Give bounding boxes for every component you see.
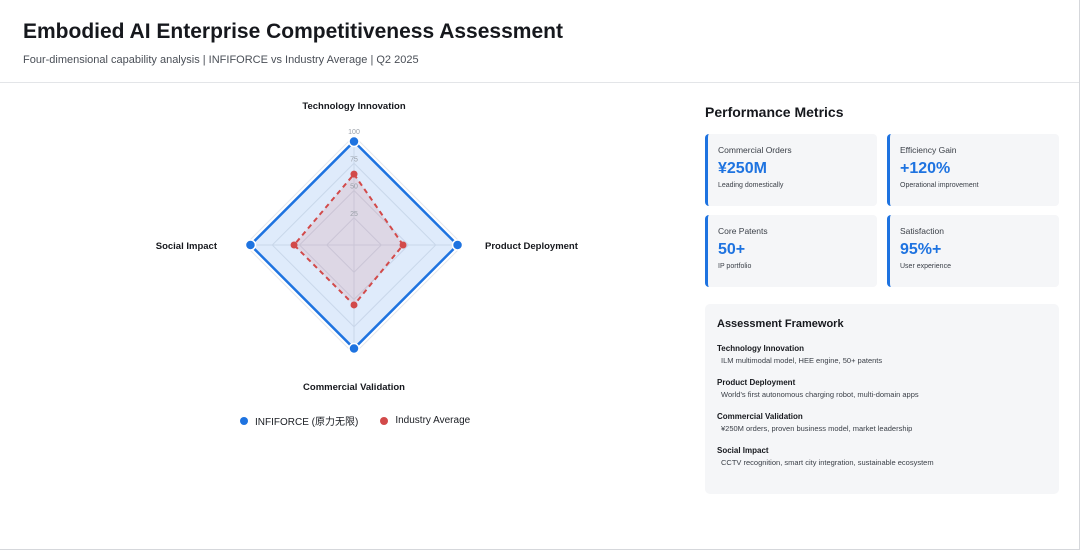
tick-label: 25 xyxy=(350,211,358,218)
framework-item-desc: ILM multimodal model, HEE engine, 50+ pa… xyxy=(721,356,883,365)
framework-item: Social Impact CCTV recognition, smart ci… xyxy=(717,446,1047,467)
tick-label: 50 xyxy=(350,184,358,191)
right-panel: Performance Metrics Commercial Orders ¥2… xyxy=(705,100,1059,494)
legend-label-infiforce: INFIFORCE (原力无限) xyxy=(255,417,359,428)
metric-value: ¥250M xyxy=(718,160,767,177)
metric-card-orders: Commercial Orders ¥250M Leading domestic… xyxy=(705,134,877,206)
data-point-infiforce[interactable] xyxy=(244,239,257,251)
metric-value: 95%+ xyxy=(900,241,942,258)
radar-chart: 25 50 75 100 Technology Innovation Product De… xyxy=(140,90,600,440)
metric-card-patents: Core Patents 50+ IP portfolio xyxy=(705,215,877,287)
framework-item-desc: ¥250M orders, proven business model, mar… xyxy=(721,424,913,433)
metric-label: Core Patents xyxy=(718,226,768,236)
data-point-infiforce[interactable] xyxy=(348,342,360,355)
data-point-infiforce[interactable] xyxy=(451,239,464,251)
framework-title: Assessment Framework xyxy=(717,318,844,330)
metric-label: Commercial Orders xyxy=(718,145,792,155)
framework-item: Technology Innovation ILM multimodal mod… xyxy=(717,344,1047,365)
data-point-industry[interactable] xyxy=(399,241,407,249)
metric-sub: IP portfolio xyxy=(718,263,752,270)
assessment-framework: Assessment Framework Technology Innovati… xyxy=(705,304,1059,494)
metric-card-efficiency: Efficiency Gain +120% Operational improv… xyxy=(887,134,1059,206)
metric-sub: User experience xyxy=(900,263,951,270)
framework-item-desc: CCTV recognition, smart city integration… xyxy=(721,458,934,467)
metric-value: 50+ xyxy=(718,241,746,258)
data-point-industry[interactable] xyxy=(350,301,358,309)
framework-item-name: Technology Innovation xyxy=(717,344,804,353)
legend-dot-industry xyxy=(380,416,389,425)
tick-label: 75 xyxy=(350,156,358,163)
radar-chart-svg: 25 50 75 100 Technology Innovation Product De… xyxy=(156,101,579,393)
framework-item: Product Deployment World's first autonom… xyxy=(717,378,1047,399)
metrics-title: Performance Metrics xyxy=(705,104,844,120)
tick-label: 100 xyxy=(348,129,360,136)
legend-item-industry[interactable]: Industry Average xyxy=(380,413,470,428)
data-point-industry[interactable] xyxy=(350,170,358,178)
header: Embodied AI Enterprise Competitiveness A… xyxy=(0,0,1079,83)
data-point-infiforce[interactable] xyxy=(348,135,360,148)
framework-item-name: Commercial Validation xyxy=(717,412,803,421)
metric-label: Satisfaction xyxy=(900,226,944,236)
metric-value: +120% xyxy=(900,160,951,177)
axis-label: Social Impact xyxy=(156,241,218,252)
metrics-grid: Commercial Orders ¥250M Leading domestic… xyxy=(705,134,1059,287)
metric-label: Efficiency Gain xyxy=(900,145,957,155)
framework-item-desc: World's first autonomous charging robot,… xyxy=(721,390,919,399)
metric-card-satisfaction: Satisfaction 95%+ User experience xyxy=(887,215,1059,287)
legend-dot-infiforce xyxy=(240,416,248,425)
data-point-industry[interactable] xyxy=(290,241,298,249)
page-subtitle: Four-dimensional capability analysis | I… xyxy=(23,54,419,66)
framework-item-name: Social Impact xyxy=(717,446,769,455)
axis-label: Technology Innovation xyxy=(302,101,405,112)
framework-item: Commercial Validation ¥250M orders, prov… xyxy=(717,412,1047,433)
metric-sub: Leading domestically xyxy=(718,182,784,189)
chart-legend: INFIFORCE (原力无限) Industry Average xyxy=(240,413,470,428)
page-title: Embodied AI Enterprise Competitiveness A… xyxy=(23,20,563,43)
legend-item-infiforce[interactable]: INFIFORCE (原力无限) xyxy=(240,413,358,428)
metric-sub: Operational improvement xyxy=(900,182,979,189)
axis-label: Product Deployment xyxy=(485,241,579,252)
framework-item-name: Product Deployment xyxy=(717,378,796,387)
legend-label-industry: Industry Average xyxy=(395,415,471,426)
axis-label: Commercial Validation xyxy=(303,382,405,393)
